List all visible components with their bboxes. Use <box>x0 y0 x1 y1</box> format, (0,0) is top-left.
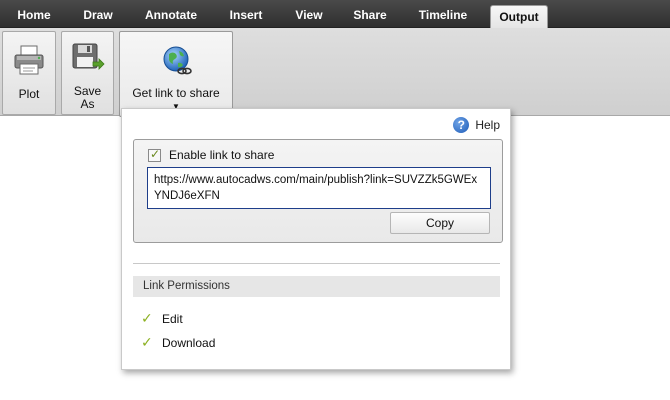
enable-link-checkbox[interactable]: Enable link to share <box>148 147 275 162</box>
tab-insert[interactable]: Insert <box>216 4 276 28</box>
plot-button[interactable]: Plot <box>2 31 56 115</box>
get-link-to-share-label: Get link to share <box>132 86 220 100</box>
tab-home[interactable]: Home <box>6 4 62 28</box>
permission-edit[interactable]: ✓ Edit <box>141 312 183 326</box>
help-icon: ? <box>453 117 470 133</box>
checkmark-icon: ✓ <box>141 335 153 351</box>
globe-link-icon <box>162 45 192 80</box>
copy-button[interactable]: Copy <box>390 212 490 234</box>
save-as-button[interactable]: Save As <box>61 31 114 115</box>
tab-timeline[interactable]: Timeline <box>406 4 480 28</box>
help-label: Help <box>475 118 500 132</box>
tab-output[interactable]: Output <box>490 5 548 29</box>
link-permissions-header: Link Permissions <box>133 276 500 297</box>
share-link-popup: ? Help Enable link to share https://www.… <box>121 108 511 370</box>
tab-view[interactable]: View <box>284 4 334 28</box>
save-as-label-line1: Save <box>73 84 102 98</box>
permission-label: Edit <box>162 312 183 326</box>
get-link-to-share-button[interactable]: Get link to share ▼ <box>119 31 233 117</box>
save-as-label-line2: As <box>80 97 95 111</box>
checkbox-checked-icon <box>148 147 161 162</box>
help-link[interactable]: ? Help <box>453 116 500 134</box>
divider <box>133 263 500 264</box>
tab-share[interactable]: Share <box>342 4 398 28</box>
checkmark-icon: ✓ <box>141 311 153 327</box>
permission-download[interactable]: ✓ Download <box>141 336 215 350</box>
tab-draw[interactable]: Draw <box>70 4 126 28</box>
floppy-disk-icon <box>71 42 105 77</box>
enable-link-label: Enable link to share <box>169 148 275 162</box>
link-settings-box: Enable link to share https://www.autocad… <box>133 139 503 243</box>
tab-annotate[interactable]: Annotate <box>134 4 208 28</box>
ribbon-panel: Plot Save As Get link to share ▼ <box>0 28 670 117</box>
ribbon-tab-bar: Home Draw Annotate Insert View Share Tim… <box>0 0 670 29</box>
printer-icon <box>13 44 45 79</box>
plot-label: Plot <box>18 87 40 101</box>
share-url-field[interactable]: https://www.autocadws.com/main/publish?l… <box>147 167 491 209</box>
permission-label: Download <box>162 336 216 350</box>
